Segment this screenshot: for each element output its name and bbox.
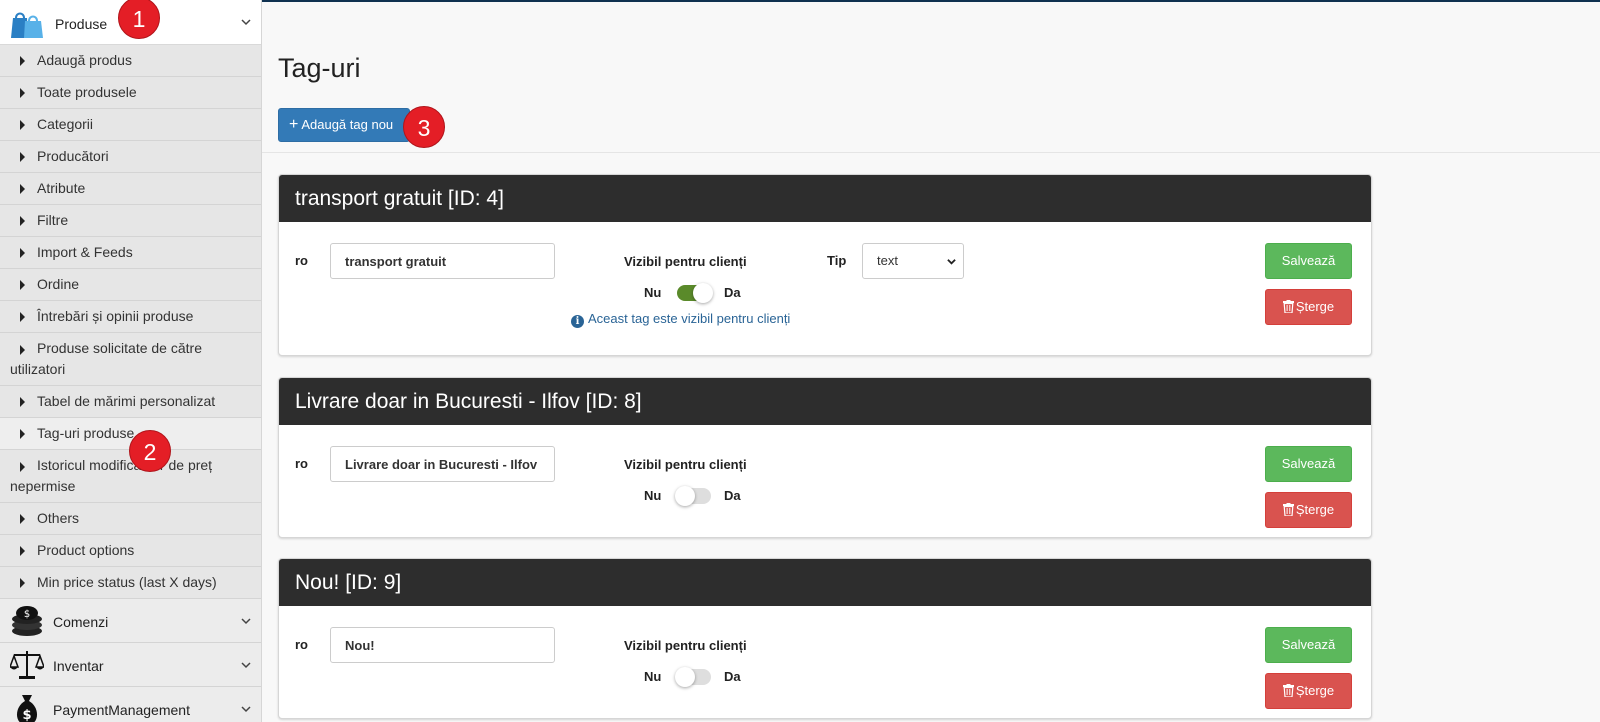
- chevron-down-icon: [241, 705, 251, 712]
- visibility-note: i Aceast tag este vizibil pentru clienți: [571, 311, 790, 328]
- save-button[interactable]: Salvează: [1265, 627, 1352, 663]
- sidebar-item-requested-products[interactable]: Produse solicitate de către utilizatori: [0, 333, 261, 386]
- visible-for-clients-label: Vizibil pentru clienți: [624, 457, 747, 472]
- sidebar-item-import-feeds[interactable]: Import & Feeds: [0, 237, 261, 269]
- tag-panel-header: Livrare doar in Bucuresti - Ilfov [ID: 8…: [279, 378, 1371, 425]
- tag-panel: Livrare doar in Bucuresti - Ilfov [ID: 8…: [278, 377, 1372, 538]
- sidebar-item-questions-reviews[interactable]: Întrebări și opinii produse: [0, 301, 261, 333]
- yes-label: Da: [724, 669, 741, 684]
- caret-right-icon: [20, 397, 25, 407]
- sidebar-item-min-price-status[interactable]: Min price status (last X days): [0, 567, 261, 599]
- caret-right-icon: [20, 578, 25, 588]
- coins-icon: $: [10, 605, 44, 640]
- delete-button[interactable]: Șterge: [1265, 492, 1352, 528]
- sidebar-item-categories[interactable]: Categorii: [0, 109, 261, 141]
- chevron-down-icon: [947, 259, 956, 265]
- chevron-down-icon: [241, 617, 251, 624]
- add-tag-button[interactable]: + Adaugă tag nou: [278, 108, 410, 142]
- trash-icon: [1282, 300, 1294, 314]
- language-label: ro: [295, 637, 308, 652]
- save-button[interactable]: Salvează: [1265, 446, 1352, 482]
- delete-button[interactable]: Șterge: [1265, 673, 1352, 709]
- caret-right-icon: [20, 88, 25, 98]
- caret-right-icon: [20, 345, 25, 355]
- sidebar-section-title: Produse: [55, 16, 108, 32]
- step-badge-3: 3: [403, 106, 445, 148]
- visible-for-clients-label: Vizibil pentru clienți: [624, 254, 747, 269]
- sidebar-item-product-options[interactable]: Product options: [0, 535, 261, 567]
- sidebar-item-manufacturers[interactable]: Producători: [0, 141, 261, 173]
- yes-label: Da: [724, 488, 741, 503]
- step-badge-2: 2: [129, 430, 171, 472]
- type-select[interactable]: text: [862, 243, 964, 279]
- caret-right-icon: [20, 546, 25, 556]
- svg-text:$: $: [22, 708, 31, 722]
- toggle-knob: [675, 486, 695, 506]
- caret-right-icon: [20, 514, 25, 524]
- divider: [262, 152, 1600, 153]
- no-label: Nu: [644, 285, 662, 300]
- chevron-down-icon: [241, 661, 251, 668]
- visibility-toggle[interactable]: [677, 283, 713, 303]
- visibility-toggle[interactable]: [675, 486, 711, 506]
- sidebar-section-payment-management[interactable]: $ PaymentManagement: [0, 687, 261, 722]
- tag-name-input[interactable]: [330, 627, 555, 663]
- language-label: ro: [295, 456, 308, 471]
- caret-right-icon: [20, 120, 25, 130]
- sidebar-item-filters[interactable]: Filtre: [0, 205, 261, 237]
- toggle-knob: [693, 283, 713, 303]
- caret-right-icon: [20, 248, 25, 258]
- shopping-bags-icon: [10, 9, 44, 44]
- svg-text:$: $: [24, 609, 30, 620]
- type-label: Tip: [827, 253, 847, 268]
- sidebar-item-others[interactable]: Others: [0, 503, 261, 535]
- sidebar-item-size-chart[interactable]: Tabel de mărimi personalizat: [0, 386, 261, 418]
- plus-icon: +: [289, 116, 299, 133]
- trash-icon: [1282, 684, 1294, 698]
- trash-icon: [1282, 503, 1294, 517]
- caret-right-icon: [20, 56, 25, 66]
- sidebar: Produse Adaugă produs Toate produsele Ca…: [0, 0, 262, 722]
- sidebar-item-order[interactable]: Ordine: [0, 269, 261, 301]
- chevron-down-icon: [241, 19, 251, 26]
- language-label: ro: [295, 253, 308, 268]
- toggle-knob: [675, 667, 695, 687]
- caret-right-icon: [20, 312, 25, 322]
- caret-right-icon: [20, 429, 25, 439]
- tag-panel: transport gratuit [ID: 4] ro Vizibil pen…: [278, 174, 1372, 356]
- yes-label: Da: [724, 285, 741, 300]
- sidebar-section-orders[interactable]: $ Comenzi: [0, 599, 261, 643]
- caret-right-icon: [20, 152, 25, 162]
- no-label: Nu: [644, 488, 662, 503]
- visible-for-clients-label: Vizibil pentru clienți: [624, 638, 747, 653]
- delete-button[interactable]: Șterge: [1265, 289, 1352, 325]
- sidebar-section-inventory[interactable]: Inventar: [0, 643, 261, 687]
- balance-scale-icon: [8, 649, 46, 684]
- sidebar-item-attributes[interactable]: Atribute: [0, 173, 261, 205]
- tag-name-input[interactable]: [330, 243, 555, 279]
- caret-right-icon: [20, 216, 25, 226]
- tag-name-input[interactable]: [330, 446, 555, 482]
- save-button[interactable]: Salvează: [1265, 243, 1352, 279]
- info-icon: i: [571, 315, 584, 328]
- tag-panel: Nou! [ID: 9] ro Vizibil pentru clienți N…: [278, 558, 1372, 719]
- no-label: Nu: [644, 669, 662, 684]
- caret-right-icon: [20, 462, 25, 472]
- page-title: Tag-uri: [278, 53, 361, 83]
- sidebar-item-all-products[interactable]: Toate produsele: [0, 77, 261, 109]
- tag-panel-header: Nou! [ID: 9]: [279, 559, 1371, 606]
- caret-right-icon: [20, 184, 25, 194]
- money-bag-icon: $: [10, 693, 44, 722]
- caret-right-icon: [20, 280, 25, 290]
- visibility-toggle[interactable]: [675, 667, 711, 687]
- sidebar-item-add-product[interactable]: Adaugă produs: [0, 45, 261, 77]
- tag-panel-header: transport gratuit [ID: 4]: [279, 175, 1371, 222]
